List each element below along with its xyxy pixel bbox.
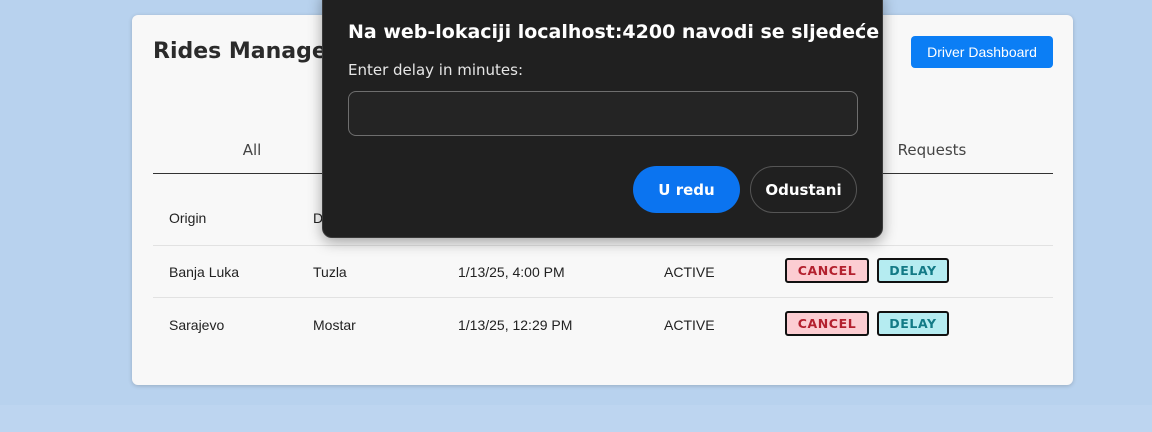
header-origin: Origin <box>169 210 207 226</box>
cancel-ride-button[interactable]: CANCEL <box>785 311 869 336</box>
dialog-cancel-button[interactable]: Odustani <box>750 166 857 213</box>
row-divider <box>153 297 1053 298</box>
row-time: 1/13/25, 4:00 PM <box>458 264 565 280</box>
row-status: ACTIVE <box>664 317 715 333</box>
row-status: ACTIVE <box>664 264 715 280</box>
row-origin: Sarajevo <box>169 317 225 333</box>
dialog-title: Na web-lokaciji localhost:4200 navodi se… <box>348 21 880 43</box>
cancel-ride-button[interactable]: CANCEL <box>785 258 869 283</box>
driver-dashboard-button[interactable]: Driver Dashboard <box>911 36 1053 68</box>
row-destination: Tuzla <box>313 264 347 280</box>
prompt-dialog: Na web-lokaciji localhost:4200 navodi se… <box>322 0 883 238</box>
delay-ride-button[interactable]: DELAY <box>877 258 949 283</box>
row-time: 1/13/25, 12:29 PM <box>458 317 573 333</box>
delay-ride-button[interactable]: DELAY <box>877 311 949 336</box>
ok-button[interactable]: U redu <box>633 166 740 213</box>
delay-minutes-input[interactable] <box>348 91 858 136</box>
row-divider <box>153 245 1053 246</box>
page-footer-band <box>0 405 1152 432</box>
row-origin: Banja Luka <box>169 264 240 280</box>
dialog-message: Enter delay in minutes: <box>348 61 523 79</box>
row-destination: Mostar <box>313 317 356 333</box>
